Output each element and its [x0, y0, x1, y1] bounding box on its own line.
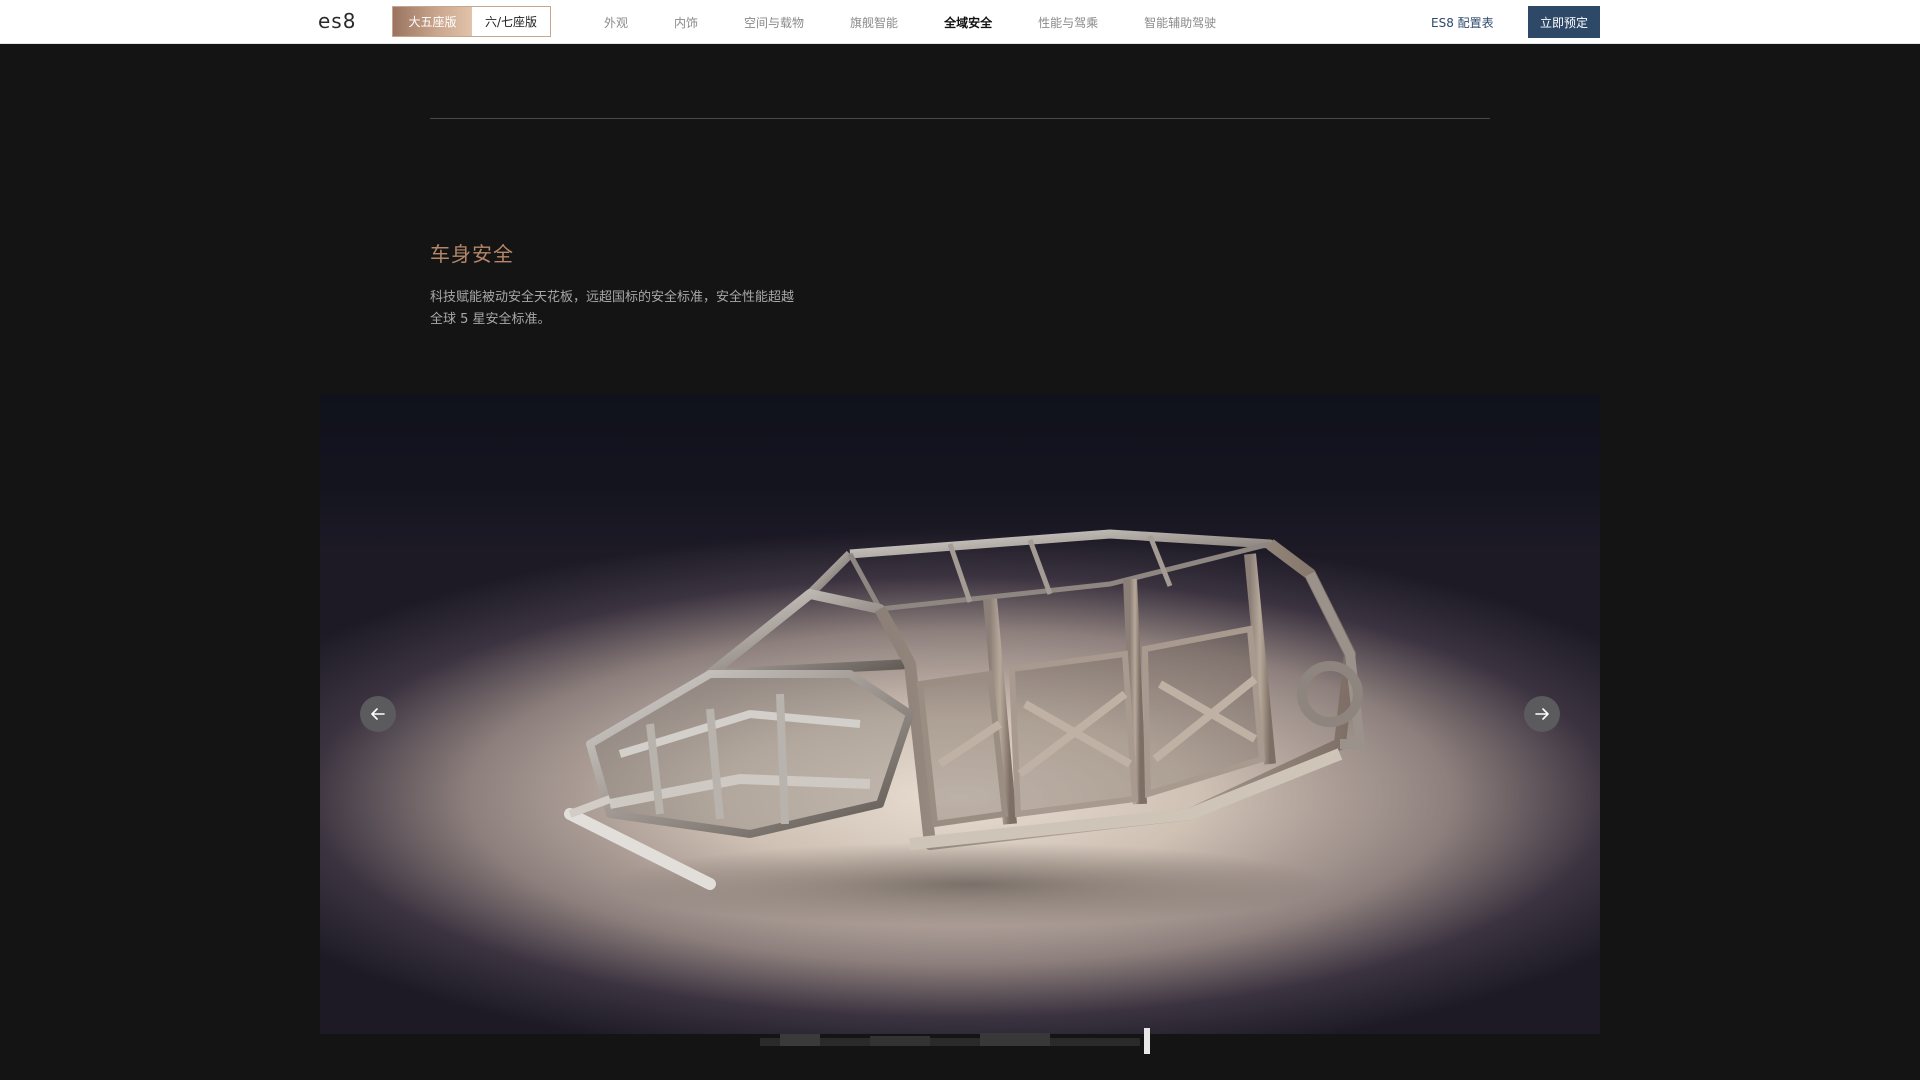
- carousel-next-button[interactable]: [1524, 696, 1560, 732]
- nav-link-space-cargo[interactable]: 空间与载物: [744, 14, 804, 31]
- nav-link-interior[interactable]: 内饰: [674, 14, 698, 31]
- bottom-render-artifact: [760, 1028, 1150, 1054]
- section-nav: 外观 内饰 空间与载物 旗舰智能 全域安全 性能与驾乘 智能辅助驾驶: [604, 0, 1262, 44]
- carousel-prev-button[interactable]: [360, 696, 396, 732]
- section-description-line-1: 科技赋能被动安全天花板，远超国标的安全标准，安全性能超越: [430, 290, 795, 305]
- arrow-right-icon: [1535, 708, 1549, 720]
- order-now-button[interactable]: 立即预定: [1528, 6, 1600, 38]
- section-description: 科技赋能被动安全天花板，远超国标的安全标准，安全性能超越 全球 5 星安全标准。: [430, 287, 850, 331]
- section-description-line-2: 全球 5 星安全标准。: [430, 312, 551, 327]
- variant-option-six-seven-seat[interactable]: 六/七座版: [472, 7, 550, 36]
- section-title: 车身安全: [430, 242, 514, 266]
- nav-link-safety[interactable]: 全域安全: [944, 14, 992, 31]
- nav-link-assisted-driving[interactable]: 智能辅助驾驶: [1144, 14, 1216, 31]
- image-carousel: [320, 394, 1600, 1034]
- variant-option-five-seat[interactable]: 大五座版: [393, 7, 472, 36]
- nav-link-flagship-smart[interactable]: 旗舰智能: [850, 14, 898, 31]
- nav-link-exterior[interactable]: 外观: [604, 14, 628, 31]
- car-body-frame-image: [564, 529, 1366, 926]
- variant-switch: 大五座版 六/七座版: [392, 6, 551, 37]
- top-navigation-bar: es8 大五座版 六/七座版 外观 内饰 空间与载物 旗舰智能 全域安全 性能与…: [0, 0, 1920, 44]
- section-divider: [430, 118, 1490, 119]
- nav-link-performance[interactable]: 性能与驾乘: [1038, 14, 1098, 31]
- brand-logo[interactable]: es8: [318, 9, 356, 33]
- config-table-link[interactable]: ES8 配置表: [1431, 14, 1494, 31]
- arrow-left-icon: [371, 708, 385, 720]
